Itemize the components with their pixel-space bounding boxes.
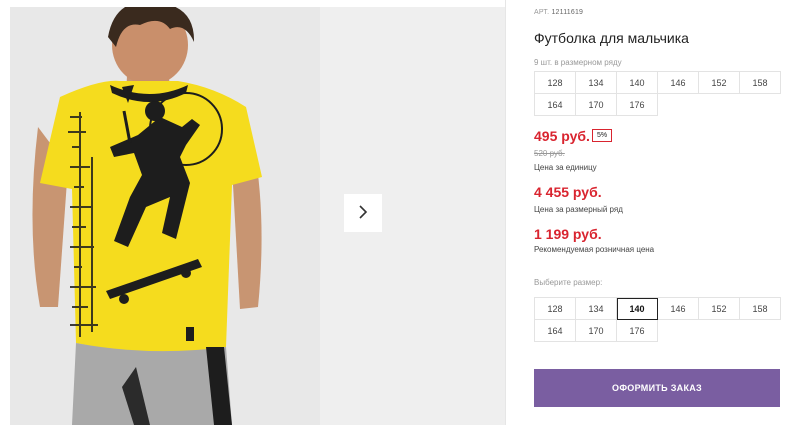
range-size-cell: 158 bbox=[740, 72, 781, 94]
column-divider bbox=[505, 0, 506, 425]
size-option[interactable]: 170 bbox=[576, 320, 617, 342]
chevron-right-icon bbox=[357, 204, 369, 223]
discount-badge: 5% bbox=[592, 129, 613, 142]
range-size-cell: 140 bbox=[617, 72, 658, 94]
range-size-cell: 152 bbox=[699, 72, 740, 94]
range-size-cell: 164 bbox=[535, 94, 576, 116]
size-option[interactable]: 164 bbox=[535, 320, 576, 342]
unit-price-caption: Цена за единицу bbox=[534, 163, 597, 172]
size-option[interactable]: 158 bbox=[740, 298, 781, 320]
sku-number: 12111619 bbox=[551, 9, 584, 16]
range-price-caption: Цена за размерный ряд bbox=[534, 205, 623, 214]
size-option[interactable]: 134 bbox=[576, 298, 617, 320]
range-size-cell: 176 bbox=[617, 94, 658, 116]
range-note: 9 шт. в размерном ряду bbox=[534, 58, 622, 67]
size-select-label: Выберите размер: bbox=[534, 278, 603, 287]
size-option-selected[interactable]: 140 bbox=[617, 298, 658, 320]
next-image-button[interactable] bbox=[344, 194, 382, 232]
range-price: 4 455 руб. bbox=[534, 184, 602, 200]
size-option[interactable]: 176 bbox=[617, 320, 658, 342]
range-size-grid: 128 134 140 146 152 158 164 170 176 bbox=[534, 71, 781, 116]
range-size-cell: 134 bbox=[576, 72, 617, 94]
range-size-cell: 170 bbox=[576, 94, 617, 116]
size-option[interactable]: 146 bbox=[658, 298, 699, 320]
product-photo bbox=[10, 7, 320, 425]
unit-price: 495 руб. bbox=[534, 128, 590, 144]
range-size-cell: 146 bbox=[658, 72, 699, 94]
product-sku: АРТ. 12111619 bbox=[534, 9, 583, 16]
size-option[interactable]: 128 bbox=[535, 298, 576, 320]
size-option[interactable]: 152 bbox=[699, 298, 740, 320]
retail-price: 1 199 руб. bbox=[534, 226, 602, 242]
retail-price-caption: Рекомендуемая розничная цена bbox=[534, 245, 655, 254]
product-gallery bbox=[0, 0, 505, 425]
sku-label: АРТ. bbox=[534, 9, 550, 16]
range-size-cell: 128 bbox=[535, 72, 576, 94]
product-title: Футболка для мальчика bbox=[534, 30, 689, 46]
size-selector: 128 134 140 146 152 158 164 170 176 bbox=[534, 297, 781, 342]
old-price: 520 руб. bbox=[534, 149, 565, 158]
place-order-button[interactable]: ОФОРМИТЬ ЗАКАЗ bbox=[534, 369, 780, 407]
